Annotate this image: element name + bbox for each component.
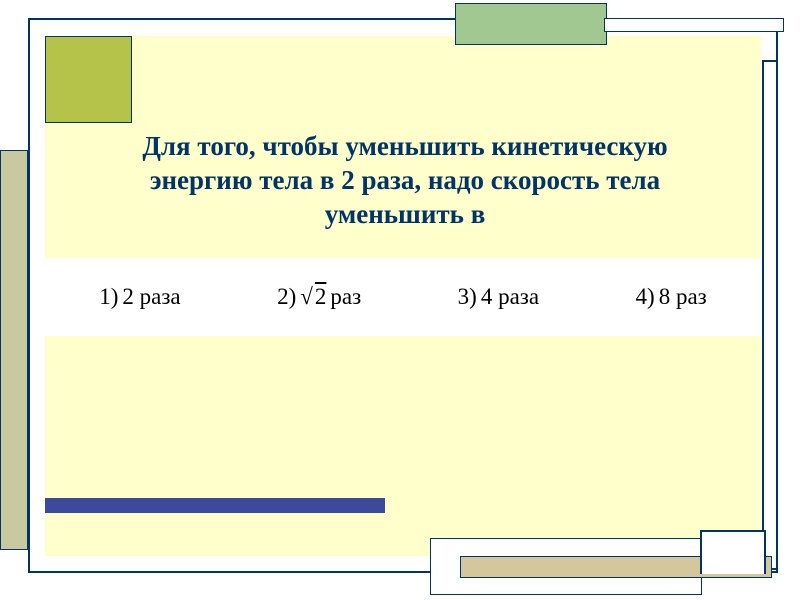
answer-4-number: 4) [636,284,655,310]
sqrt-icon: √ [300,284,313,310]
answer-2-number: 2) [277,284,296,310]
answer-option-4: 4) 8 раз [636,284,707,310]
answer-2-radicand: 2 [315,284,327,310]
answers-box: 1) 2 раза 2) √2 раз 3) 4 раза 4) 8 раз [45,258,761,336]
answer-3-number: 3) [458,284,477,310]
answer-2-unit: раз [330,284,361,310]
answer-option-3: 3) 4 раза [458,284,539,310]
decor-top-green [455,3,607,45]
decor-left-bar [0,150,28,550]
question-line1: Для того, чтобы уменьшить кинетическую [142,131,667,161]
answer-3-text: 4 раза [481,284,539,310]
question-line2: энергию тела в 2 раза, надо скорость тел… [150,165,660,195]
answer-option-1: 1) 2 раза [99,284,180,310]
question-text: Для того, чтобы уменьшить кинетическую э… [52,130,758,231]
decor-blue-bar [45,498,385,513]
question-line3: уменьшить в [325,199,486,229]
answer-option-2: 2) √2 раз [277,284,361,310]
decor-bottom-right [700,530,766,574]
decor-top-white [604,18,784,32]
answer-4-text: 8 раз [659,284,707,310]
decor-olive-square [45,36,132,123]
answer-1-text: 2 раза [122,284,180,310]
answer-1-number: 1) [99,284,118,310]
